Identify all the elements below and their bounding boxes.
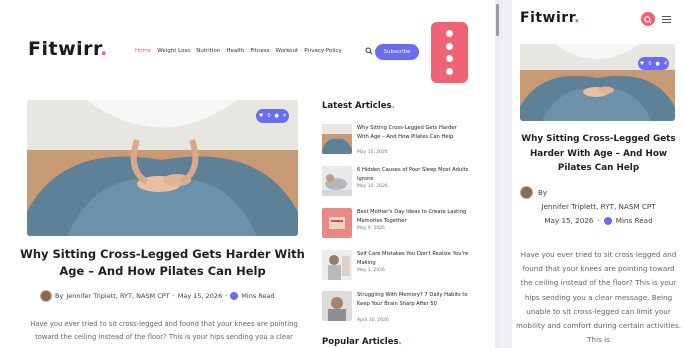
hero-illustration bbox=[520, 44, 675, 121]
search-icon[interactable] bbox=[641, 12, 655, 26]
by-label: By bbox=[538, 188, 548, 197]
article-thumbnail[interactable] bbox=[322, 291, 352, 321]
hero-stats-pill: ♥ 0 ● 4 bbox=[638, 57, 669, 70]
article-date: May 1, 2026 bbox=[357, 268, 385, 273]
like-count: 0 bbox=[648, 60, 652, 67]
twitter-icon[interactable] bbox=[446, 68, 453, 76]
hamburger-menu-icon[interactable] bbox=[662, 16, 671, 23]
read-time: Mins Read bbox=[241, 292, 275, 300]
nav-item-home[interactable]: Home bbox=[135, 48, 151, 54]
article-thumbnail[interactable] bbox=[322, 166, 352, 196]
avatar bbox=[520, 186, 533, 199]
author-name[interactable]: Jennifer Triplett, RYT, NASM CPT bbox=[66, 292, 169, 300]
clock-icon bbox=[230, 292, 239, 300]
comment-count: 4 bbox=[282, 113, 287, 119]
comment-count: 4 bbox=[663, 60, 668, 67]
post-date: May 15, 2026 bbox=[544, 216, 594, 225]
clock-icon bbox=[603, 216, 612, 225]
list-item[interactable]: 6 Hidden Causes of Poor Sleep Most Adult… bbox=[322, 166, 472, 198]
list-item[interactable]: Struggling With Memory? 7 Daily Habits t… bbox=[322, 291, 472, 323]
list-item[interactable]: Why Sitting Cross-Legged Gets Harder Wit… bbox=[322, 124, 472, 156]
read-time: Mins Read bbox=[615, 216, 653, 225]
subscribe-button[interactable]: Subscribe bbox=[375, 44, 419, 60]
article-thumbnail[interactable] bbox=[322, 124, 352, 154]
nav-item-nutrition[interactable]: Nutrition bbox=[196, 48, 220, 54]
post-meta: May 15, 2026 · Mins Read bbox=[512, 216, 685, 225]
hero-stats-pill: ♥ 0 ● 4 bbox=[256, 109, 289, 123]
post-meta: By Jennifer Triplett, RYT, NASM CPT · Ma… bbox=[40, 290, 275, 302]
main-nav: Home Weight Loss Nutrition Health Fitnes… bbox=[135, 48, 342, 54]
post-excerpt: Have you ever tried to sit cross-legged … bbox=[30, 320, 298, 341]
article-title[interactable]: Why Sitting Cross-Legged Gets Harder Wit… bbox=[357, 124, 469, 141]
scrollbar-thumb[interactable] bbox=[496, 4, 499, 36]
meta-separator: · bbox=[225, 292, 228, 300]
avatar bbox=[40, 290, 52, 302]
post-title[interactable]: Why Sitting Cross-Legged Gets Harder Wit… bbox=[20, 246, 305, 280]
nav-item-health[interactable]: Health bbox=[226, 48, 244, 54]
like-count: 0 bbox=[267, 113, 271, 119]
article-date: May 15, 2026 bbox=[357, 150, 388, 155]
post-excerpt: Have you ever tried to sit cross-legged … bbox=[516, 250, 682, 345]
hero-image[interactable]: ♥ 0 ● 4 bbox=[520, 44, 675, 121]
article-date: May 10, 2026 bbox=[357, 184, 388, 189]
nav-item-privacy-policy[interactable]: Privacy Policy bbox=[304, 48, 341, 54]
like-icon: ♥ bbox=[258, 113, 264, 119]
hero-image[interactable]: ♥ 0 ● 4 bbox=[27, 100, 298, 236]
nav-item-workout[interactable]: Workout bbox=[275, 48, 298, 54]
site-logo[interactable]: Fitwirr. bbox=[28, 38, 108, 60]
list-item[interactable]: Best Mother's Day Ideas to Create Lastin… bbox=[322, 208, 472, 240]
article-title[interactable]: Best Mother's Day Ideas to Create Lastin… bbox=[357, 208, 469, 225]
post-date: May 15, 2026 bbox=[177, 292, 223, 300]
mobile-view: Fitwirr. ♥ 0 ● 4 Why Sitting Cross-Legged … bbox=[512, 0, 685, 348]
article-date: May 9, 2026 bbox=[357, 226, 385, 231]
nav-item-fitness[interactable]: Fitness bbox=[250, 48, 269, 54]
author-name[interactable]: Jennifer Triplett, RYT, NASM CPT bbox=[512, 202, 685, 211]
meta-separator: · bbox=[597, 216, 600, 225]
by-label: By bbox=[55, 292, 64, 300]
article-date: April 30, 2026 bbox=[357, 318, 389, 323]
nav-item-weight-loss[interactable]: Weight Loss bbox=[157, 48, 190, 54]
article-thumbnail[interactable] bbox=[322, 208, 352, 238]
instagram-icon[interactable] bbox=[446, 55, 453, 63]
social-bar bbox=[431, 22, 468, 83]
latest-articles-heading: Latest Articles. bbox=[322, 101, 395, 111]
comment-icon: ● bbox=[274, 113, 279, 119]
post-title[interactable]: Why Sitting Cross-Legged Gets Harder Wit… bbox=[512, 132, 685, 176]
comment-icon: ● bbox=[655, 60, 660, 67]
facebook-icon[interactable] bbox=[446, 29, 453, 37]
article-thumbnail[interactable] bbox=[322, 250, 352, 280]
like-icon: ♥ bbox=[639, 60, 645, 67]
article-title[interactable]: Struggling With Memory? 7 Daily Habits t… bbox=[357, 291, 469, 308]
search-icon[interactable] bbox=[365, 47, 373, 55]
site-logo[interactable]: Fitwirr. bbox=[520, 10, 580, 26]
instagram-icon[interactable] bbox=[446, 42, 453, 50]
meta-separator: · bbox=[172, 292, 175, 300]
desktop-view: Fitwirr. Home Weight Loss Nutrition Heal… bbox=[0, 0, 500, 348]
popular-articles-heading: Popular Articles. bbox=[322, 337, 402, 347]
article-title[interactable]: 6 Hidden Causes of Poor Sleep Most Adult… bbox=[357, 166, 469, 183]
list-item[interactable]: Self Care Mistakes You Don't Realize You… bbox=[322, 250, 472, 282]
article-title[interactable]: Self Care Mistakes You Don't Realize You… bbox=[357, 250, 469, 267]
view-divider bbox=[500, 0, 512, 348]
